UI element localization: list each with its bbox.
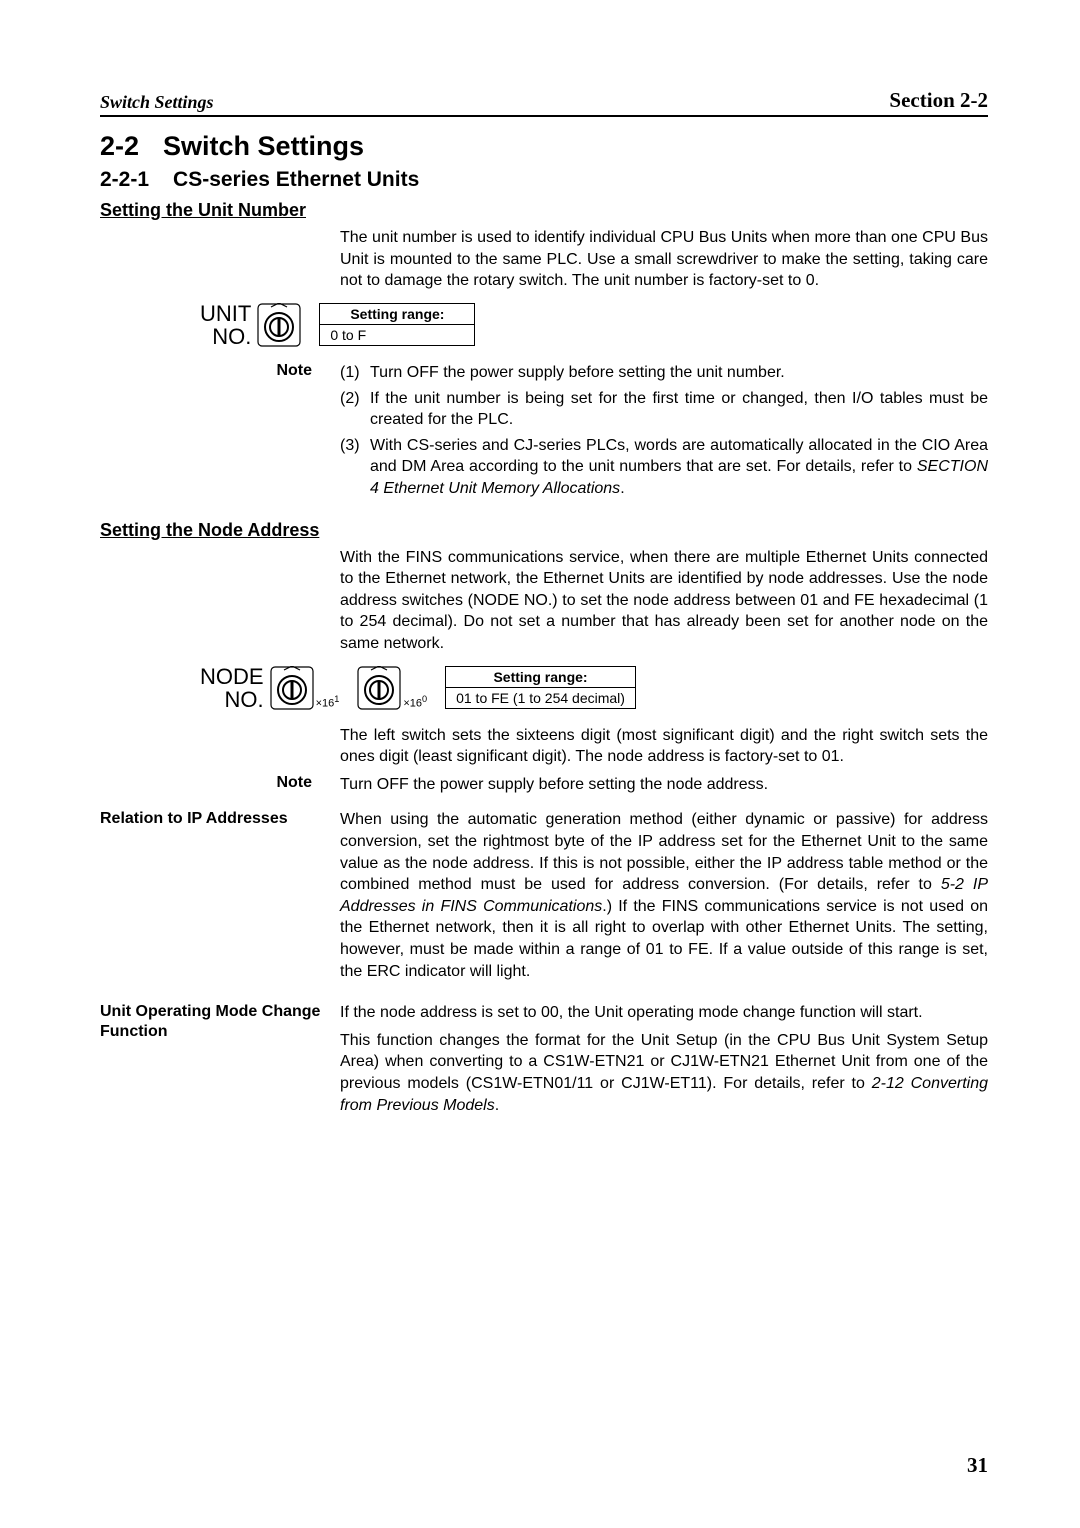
range-header: Setting range: [320, 304, 475, 325]
side-content: If the node address is set to 00, the Un… [340, 1002, 988, 1122]
note-node: Note Turn OFF the power supply before se… [100, 774, 988, 796]
note-content: Turn OFF the power supply before setting… [340, 774, 988, 796]
text: If the node address is set to 00, the Un… [340, 1002, 988, 1024]
heading-unit-number: Setting the Unit Number [100, 200, 988, 221]
subsection-number: 2-2-1 [100, 168, 149, 192]
subscript: ×161 [316, 694, 340, 710]
figure-node-dial: NODE NO. ×161 [200, 665, 988, 711]
rotary-switch-icon [357, 666, 401, 710]
running-head-right: Section 2-2 [889, 88, 988, 113]
dial-label: NODE NO. [200, 665, 264, 711]
note-item: (2)If the unit number is being set for t… [340, 388, 988, 431]
para-node-address-2: The left switch sets the sixteens digit … [340, 725, 988, 768]
range-value: 0 to F [320, 325, 475, 346]
running-head: Switch Settings Section 2-2 [100, 88, 988, 117]
heading-node-address: Setting the Node Address [100, 520, 988, 541]
section-name: Switch Settings [163, 131, 364, 161]
text: With the FINS communications service, wh… [340, 547, 988, 655]
text: When using the automatic generation meth… [340, 809, 988, 982]
range-header: Setting range: [446, 667, 636, 688]
para-unit-number: The unit number is used to identify indi… [340, 227, 988, 292]
rotary-switch-icon [257, 303, 301, 347]
subscript: ×160 [403, 694, 427, 710]
text: The left switch sets the sixteens digit … [340, 725, 988, 768]
subsection-title: 2-2-1 CS-series Ethernet Units [100, 168, 988, 192]
text: The unit number is used to identify indi… [340, 227, 988, 292]
note-label: Note [100, 774, 340, 796]
section-title: 2-2 Switch Settings [100, 131, 988, 162]
section-number: 2-2 [100, 131, 139, 162]
figure-unit-dial: UNIT NO. Setting range: 0 to F [200, 302, 988, 348]
dial-label: UNIT NO. [200, 302, 251, 348]
side-content: When using the automatic generation meth… [340, 809, 988, 988]
subsection-name: CS-series Ethernet Units [173, 168, 419, 191]
rotary-switch-icon [270, 666, 314, 710]
note-label: Note [100, 362, 340, 504]
range-table-unit: Setting range: 0 to F [319, 303, 475, 346]
running-head-left: Switch Settings [100, 92, 214, 113]
side-label: Relation to IP Addresses [100, 809, 340, 988]
range-table-node: Setting range: 01 to FE (1 to 254 decima… [445, 666, 636, 709]
note-item: (1)Turn OFF the power supply before sett… [340, 362, 988, 384]
note-content: (1)Turn OFF the power supply before sett… [340, 362, 988, 504]
note-item: (3)With CS-series and CJ-series PLCs, wo… [340, 435, 988, 500]
range-value: 01 to FE (1 to 254 decimal) [446, 688, 636, 709]
text: This function changes the format for the… [340, 1030, 988, 1116]
para-node-address-1: With the FINS communications service, wh… [340, 547, 988, 655]
relation-to-ip: Relation to IP Addresses When using the … [100, 809, 988, 988]
side-label: Unit Operating Mode Change Function [100, 1002, 340, 1122]
mode-change: Unit Operating Mode Change Function If t… [100, 1002, 988, 1122]
note-unit: Note (1)Turn OFF the power supply before… [100, 362, 988, 504]
page-number: 31 [967, 1453, 988, 1478]
